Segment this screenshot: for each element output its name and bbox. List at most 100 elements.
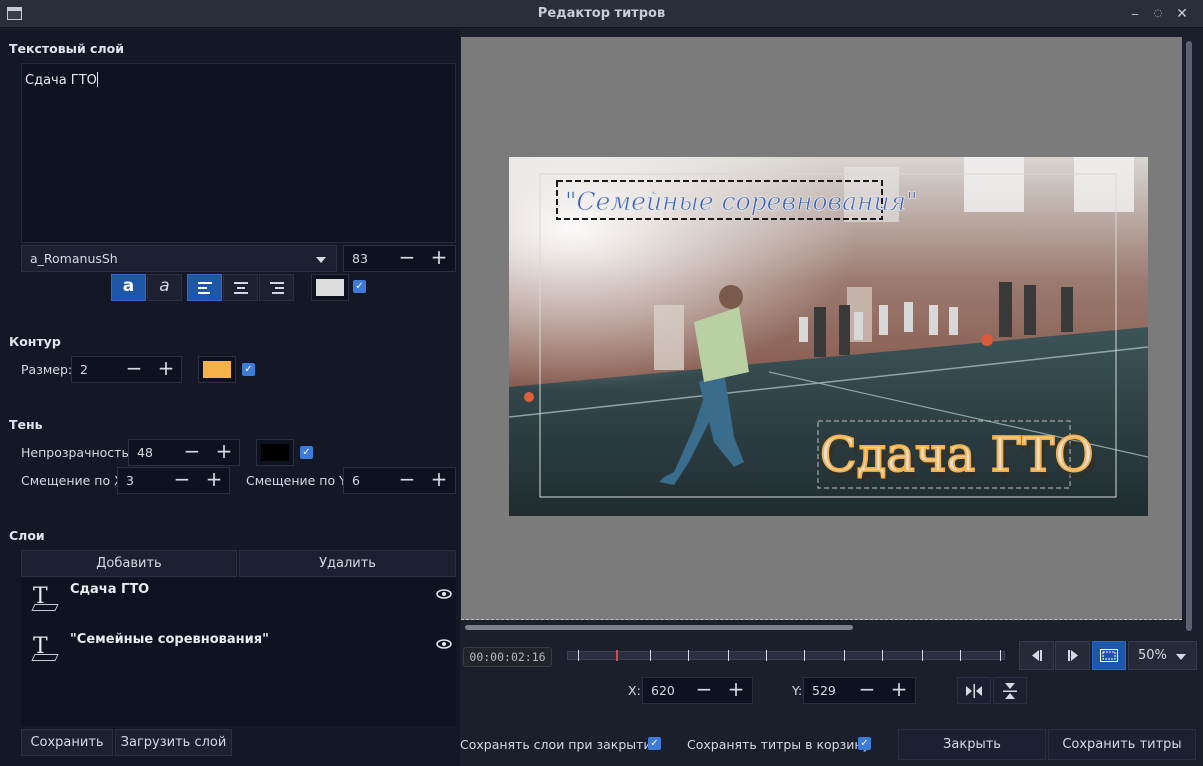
font-select-value: a_RomanusSh xyxy=(30,251,118,266)
close-icon[interactable]: ✕ xyxy=(1173,5,1191,23)
window-title: Редактор титров xyxy=(537,6,666,21)
y-position-plus-button[interactable]: + xyxy=(883,677,915,704)
shadow-offset-x-value: 3 xyxy=(126,473,134,488)
outline-size-value: 2 xyxy=(80,362,88,377)
text-caret xyxy=(96,72,98,87)
load-layer-button[interactable]: Загрузить слой xyxy=(115,729,232,756)
text-layer-icon: T xyxy=(33,584,57,610)
timeline-tick xyxy=(804,650,805,661)
timeline-tick xyxy=(960,650,961,661)
zoom-value: 50% xyxy=(1138,648,1167,663)
safe-area-toggle-button[interactable] xyxy=(1092,641,1126,670)
eye-icon[interactable] xyxy=(436,638,452,652)
close-button[interactable]: Закрыть xyxy=(898,729,1046,760)
text-color-swatch xyxy=(316,279,344,296)
center-horizontal-button[interactable] xyxy=(957,677,991,704)
horizontal-scrollbar-thumb[interactable] xyxy=(465,625,853,630)
align-center-button[interactable] xyxy=(223,274,258,301)
timeline-tick xyxy=(650,650,651,661)
preview-title-2[interactable]: Сдача ГТО xyxy=(819,426,1095,484)
timeline-tick xyxy=(882,650,883,661)
shadow-offset-y-minus-button[interactable]: − xyxy=(391,467,423,494)
video-frame-image: "Семейные соревнования" Сдача ГТО Сдача … xyxy=(509,157,1148,516)
playhead-marker[interactable] xyxy=(616,650,618,661)
font-size-minus-button[interactable]: − xyxy=(391,245,423,272)
title-text-value: Сдача ГТО xyxy=(25,73,97,88)
shadow-opacity-value: 48 xyxy=(137,445,153,460)
zoom-select[interactable]: 50% xyxy=(1128,641,1197,670)
center-vertical-button[interactable] xyxy=(993,677,1027,704)
align-right-icon xyxy=(269,282,284,294)
shadow-offset-x-minus-button[interactable]: − xyxy=(166,467,198,494)
shadow-offset-y-label: Смещение по Y: xyxy=(246,473,350,488)
center-vertical-icon xyxy=(1003,683,1017,699)
minimize-icon[interactable]: ‒ xyxy=(1126,5,1144,23)
align-right-button[interactable] xyxy=(259,274,294,301)
shadow-offset-y-value: 6 xyxy=(352,473,360,488)
layer-name: Сдача ГТО xyxy=(70,582,150,597)
text-layer-title: Текстовый слой xyxy=(9,41,124,56)
shadow-color-button[interactable] xyxy=(256,439,294,466)
shadow-offset-y-plus-button[interactable]: + xyxy=(423,467,455,494)
layer-item[interactable]: T "Семейные соревнования" xyxy=(21,628,456,678)
timeline-tick xyxy=(922,650,923,661)
shadow-checkbox[interactable]: ✓ xyxy=(300,446,313,459)
eye-icon[interactable] xyxy=(436,588,452,602)
preview-title-1[interactable]: "Семейные соревнования" xyxy=(565,187,918,217)
save-to-bin-label: Сохранять титры в корзину xyxy=(687,737,870,752)
save-to-bin-checkbox[interactable]: ✓ xyxy=(858,737,871,750)
step-forward-icon xyxy=(1067,650,1078,661)
shadow-opacity-minus-button[interactable]: − xyxy=(176,439,208,466)
shadow-opacity-plus-button[interactable]: + xyxy=(208,439,240,466)
save-titles-button[interactable]: Сохранить титры xyxy=(1048,729,1196,760)
shadow-offset-x-plus-button[interactable]: + xyxy=(198,467,230,494)
layers-list: T Сдача ГТО T "Семейные соревнования" xyxy=(21,578,456,726)
x-position-value: 620 xyxy=(651,683,675,698)
y-position-label: Y: xyxy=(792,683,803,698)
x-position-plus-button[interactable]: + xyxy=(720,677,752,704)
shadow-offset-x-label: Смещение по X: xyxy=(21,473,127,488)
outline-title: Контур xyxy=(9,334,61,349)
shadow-title: Тень xyxy=(9,417,43,432)
font-select[interactable]: a_RomanusSh xyxy=(21,245,337,272)
outline-color-swatch xyxy=(203,361,231,378)
text-color-checkbox[interactable]: ✓ xyxy=(353,280,366,293)
y-position-minus-button[interactable]: − xyxy=(851,677,883,704)
align-left-icon xyxy=(197,282,212,294)
timeline-ruler[interactable] xyxy=(567,650,1005,661)
safe-area-icon xyxy=(1100,649,1118,662)
restore-icon[interactable]: ◌ xyxy=(1149,5,1167,23)
delete-layer-button[interactable]: Удалить xyxy=(239,550,456,577)
properties-panel: Текстовый слой Сдача ГТО a_RomanusSh 83 … xyxy=(0,29,460,766)
title-text-input[interactable]: Сдача ГТО xyxy=(21,63,456,243)
next-frame-button[interactable] xyxy=(1055,641,1090,670)
font-size-plus-button[interactable]: + xyxy=(423,245,455,272)
timeline-tick xyxy=(844,650,845,661)
outline-checkbox[interactable]: ✓ xyxy=(242,363,255,376)
bold-button[interactable]: a xyxy=(111,274,146,301)
outline-size-label: Размер: xyxy=(21,362,73,377)
vertical-scrollbar-thumb[interactable] xyxy=(1186,41,1192,631)
save-layer-button[interactable]: Сохранить xyxy=(21,729,113,756)
keep-layers-checkbox[interactable]: ✓ xyxy=(648,737,661,750)
vertical-scrollbar[interactable] xyxy=(1185,37,1193,635)
outline-size-minus-button[interactable]: − xyxy=(118,356,150,383)
outline-color-button[interactable] xyxy=(198,356,236,383)
layer-item[interactable]: T Сдача ГТО xyxy=(21,578,456,628)
x-position-minus-button[interactable]: − xyxy=(688,677,720,704)
keep-layers-label: Сохранять слои при закрытии xyxy=(460,737,660,752)
step-back-icon xyxy=(1031,650,1042,661)
video-frame: "Семейные соревнования" Сдача ГТО Сдача … xyxy=(509,157,1148,516)
prev-frame-button[interactable] xyxy=(1019,641,1054,670)
center-horizontal-icon xyxy=(966,684,982,698)
outline-size-plus-button[interactable]: + xyxy=(150,356,182,383)
font-size-value: 83 xyxy=(352,251,368,266)
text-color-button[interactable] xyxy=(311,274,349,301)
add-layer-button[interactable]: Добавить xyxy=(21,550,237,577)
y-position-value: 529 xyxy=(812,683,836,698)
align-left-button[interactable] xyxy=(187,274,222,301)
italic-button[interactable]: a xyxy=(147,274,182,301)
horizontal-scrollbar[interactable] xyxy=(461,622,1182,632)
x-position-label: X: xyxy=(628,683,641,698)
shadow-color-swatch xyxy=(261,444,289,461)
